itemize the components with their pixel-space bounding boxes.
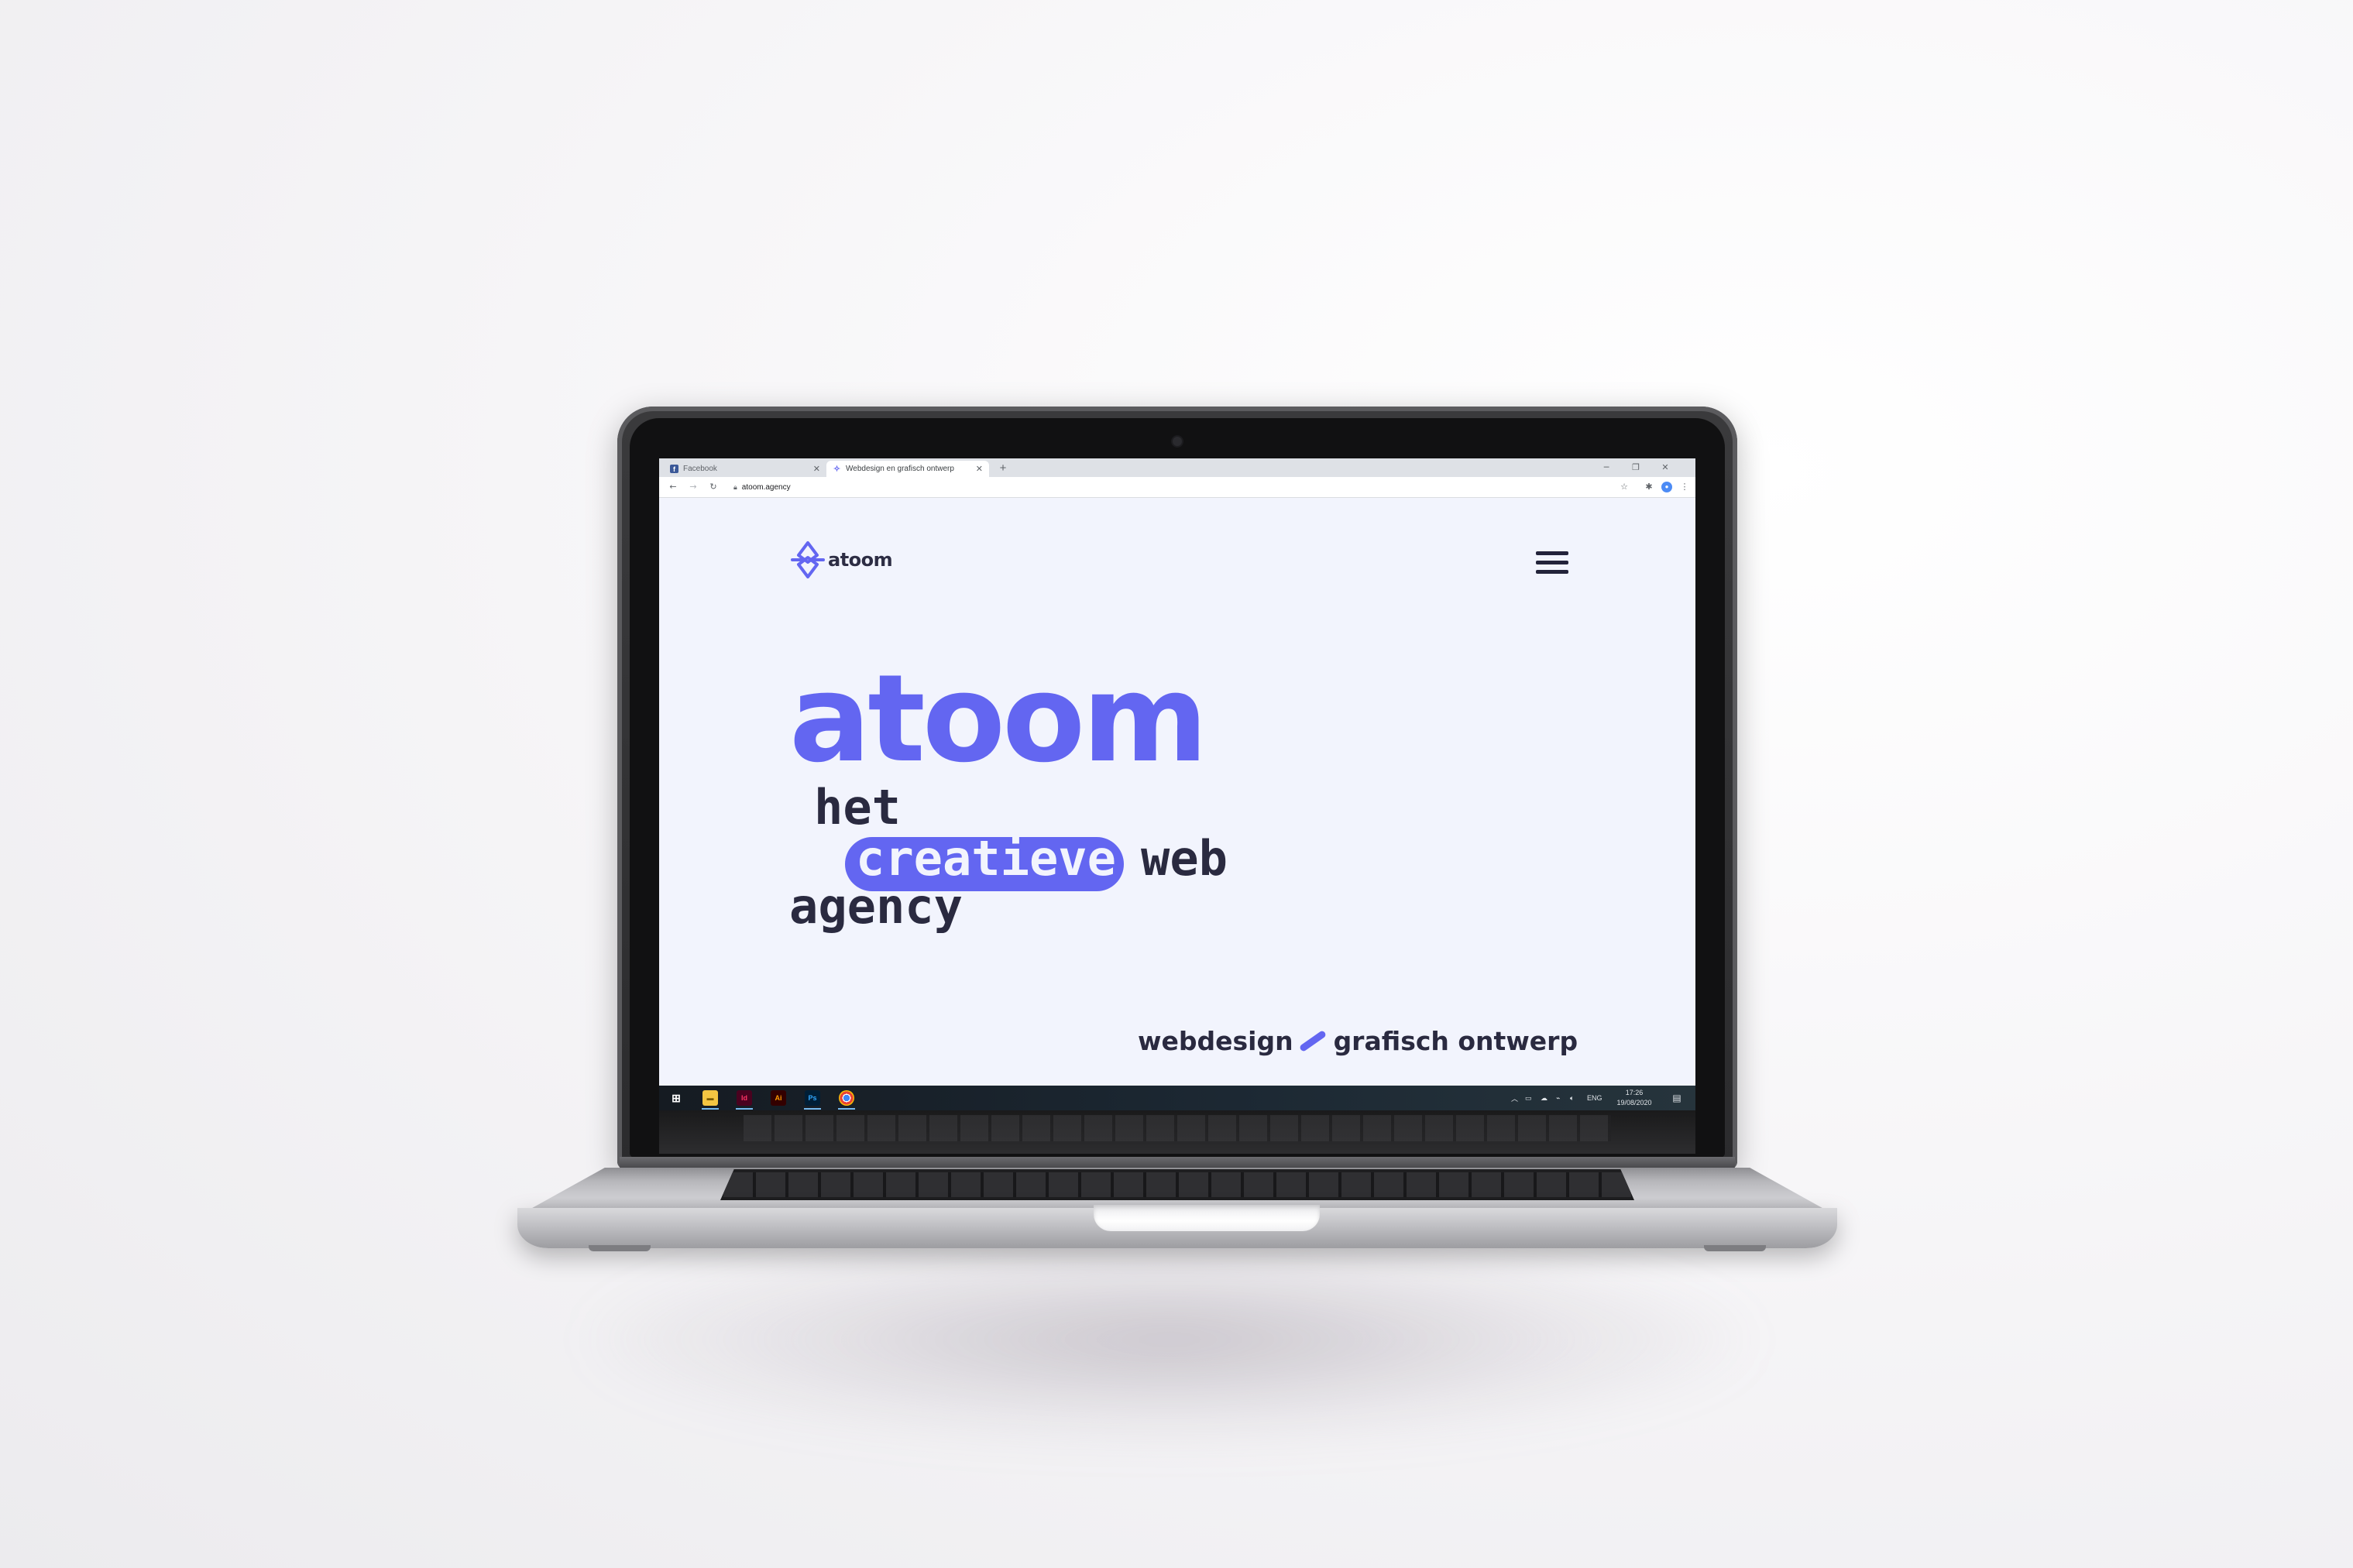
- taskbar-clock[interactable]: 17:26 19/08/2020: [1607, 1088, 1661, 1108]
- hero-title: atoom: [789, 648, 1208, 789]
- laptop-screen: f Facebook ✕ ✧ Webdesign en grafisch ont…: [659, 458, 1695, 1110]
- laptop-keyboard: [720, 1169, 1634, 1200]
- subtitle-creatieve: creatieve: [856, 830, 1116, 887]
- profile-avatar-icon[interactable]: ●: [1661, 482, 1672, 492]
- laptop-shadow: [589, 1239, 1750, 1440]
- bookmark-star-icon[interactable]: ☆: [1616, 479, 1632, 495]
- indesign-icon[interactable]: Id: [737, 1090, 752, 1106]
- taskbar-active-indicator: [736, 1108, 753, 1110]
- notifications-icon[interactable]: ▤: [1671, 1092, 1683, 1104]
- atoom-favicon-icon: ✧: [833, 465, 841, 474]
- browser-toolbar: ← → ↻ 🔒︎ atoom.agency ☆ ✱ ● ⋮: [659, 477, 1695, 498]
- battery-icon[interactable]: ▭: [1525, 1090, 1532, 1106]
- close-icon[interactable]: ✕: [976, 464, 983, 474]
- clock-time: 17:26: [1625, 1089, 1644, 1096]
- scene: f Facebook ✕ ✧ Webdesign en grafisch ont…: [0, 0, 2353, 1568]
- menu-dots-icon[interactable]: ⋮: [1677, 479, 1692, 495]
- chrome-icon[interactable]: [839, 1090, 854, 1106]
- volume-icon[interactable]: 🔈︎: [1570, 1090, 1574, 1106]
- address-bar[interactable]: 🔒︎ atoom.agency: [733, 479, 1547, 495]
- lid-opening-notch: [1094, 1205, 1320, 1231]
- language-indicator[interactable]: ENG: [1587, 1090, 1602, 1106]
- logo-text: atoom: [828, 549, 893, 571]
- network-icon[interactable]: ⌁: [1556, 1090, 1560, 1106]
- forward-icon[interactable]: →: [685, 479, 701, 495]
- taskbar-active-indicator: [804, 1108, 821, 1110]
- illustrator-icon[interactable]: Ai: [771, 1090, 786, 1106]
- tagline-grafisch-ontwerp: grafisch ontwerp: [1333, 1025, 1578, 1056]
- restore-icon[interactable]: ❐: [1621, 460, 1651, 475]
- reload-icon[interactable]: ↻: [706, 479, 721, 495]
- subtitle-het: het: [814, 779, 901, 835]
- taskbar-active-indicator: [838, 1108, 855, 1110]
- photoshop-icon[interactable]: Ps: [805, 1090, 820, 1106]
- laptop-foot: [589, 1245, 651, 1251]
- subtitle-agency: agency: [789, 878, 963, 935]
- file-explorer-icon[interactable]: ▬: [702, 1090, 718, 1106]
- laptop-foot: [1704, 1245, 1766, 1251]
- tagline-webdesign: webdesign: [1138, 1025, 1293, 1056]
- taskbar-active-indicator: [702, 1108, 719, 1110]
- hamburger-menu-icon[interactable]: [1536, 551, 1568, 575]
- windows-start-icon[interactable]: ⊞: [668, 1090, 684, 1106]
- lock-icon: 🔒︎: [733, 482, 737, 491]
- new-tab-button[interactable]: +: [995, 461, 1011, 476]
- tab-title: Webdesign en grafisch ontwerp: [846, 465, 954, 473]
- close-icon[interactable]: ✕: [813, 464, 820, 474]
- subtitle-web: web: [1141, 830, 1228, 887]
- tab-atoom[interactable]: ✧ Webdesign en grafisch ontwerp ✕: [826, 461, 989, 477]
- tray-chevron-icon[interactable]: ︿: [1511, 1090, 1518, 1106]
- windows-taskbar: ⊞ ▬ Id Ai Ps ︿ ▭ ☁ ⌁ 🔈︎ ENG 17:26 19/08/…: [659, 1086, 1695, 1110]
- minimize-icon[interactable]: ─: [1592, 460, 1621, 475]
- tab-facebook[interactable]: f Facebook ✕: [664, 461, 826, 477]
- facebook-icon: f: [670, 465, 678, 473]
- atoom-logo-icon: [791, 541, 825, 578]
- slash-divider-icon: [1298, 1029, 1327, 1052]
- services-tagline: webdesign grafisch ontwerp: [1138, 1024, 1578, 1058]
- cloud-icon[interactable]: ☁: [1541, 1090, 1547, 1106]
- close-window-icon[interactable]: ✕: [1651, 460, 1680, 475]
- keyboard-reflection: [744, 1115, 1611, 1141]
- extensions-icon[interactable]: ✱: [1641, 479, 1657, 495]
- tab-title: Facebook: [683, 465, 717, 473]
- site-logo[interactable]: atoom: [791, 540, 893, 579]
- webcam: [1173, 437, 1182, 446]
- browser-tab-bar: f Facebook ✕ ✧ Webdesign en grafisch ont…: [659, 458, 1695, 477]
- address-url: atoom.agency: [741, 482, 791, 492]
- back-icon[interactable]: ←: [665, 479, 681, 495]
- clock-date: 19/08/2020: [1616, 1099, 1652, 1107]
